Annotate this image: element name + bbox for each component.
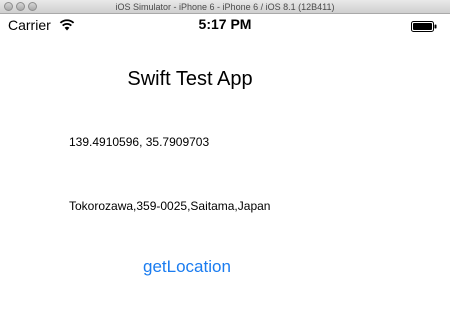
- get-location-button[interactable]: getLocation: [143, 257, 231, 277]
- address-label: Tokorozawa,359-0025,Saitama,Japan: [69, 199, 271, 213]
- status-time: 5:17 PM: [198, 16, 252, 32]
- battery-icon: [411, 19, 437, 32]
- simulator-title-bar: iOS Simulator - iPhone 6 - iPhone 6 / iO…: [0, 0, 450, 14]
- coordinates-label: 139.4910596, 35.7909703: [69, 135, 210, 149]
- ios-status-bar: Carrier 5:17 PM: [0, 14, 450, 36]
- window-title: iOS Simulator - iPhone 6 - iPhone 6 / iO…: [115, 2, 335, 12]
- app-title: Swift Test App: [127, 68, 253, 90]
